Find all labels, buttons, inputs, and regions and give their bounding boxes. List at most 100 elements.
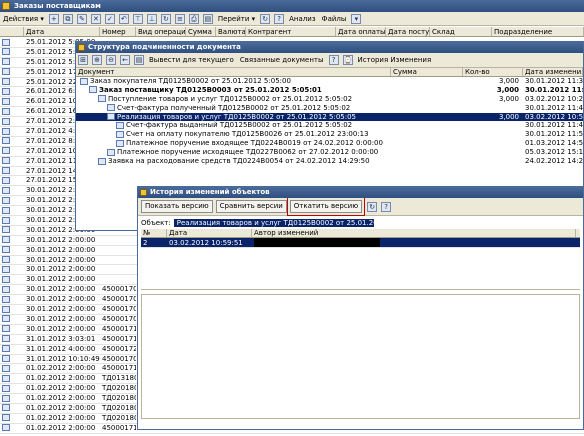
back-icon[interactable]: ←	[120, 55, 130, 65]
row-date: 01.02.2012 2:00:00	[26, 384, 96, 393]
tree-row-date: 05.03.2012 15:12:04	[525, 148, 583, 157]
tree-row[interactable]: Поступление товаров и услуг ТД0125В0002 …	[76, 95, 583, 104]
print-icon[interactable]: ⎙	[188, 13, 199, 24]
tree-row[interactable]: Платежное поручение входящее ТД0224В0019…	[76, 139, 583, 148]
doc-icon	[116, 130, 124, 138]
col-sum[interactable]: Сумма	[186, 27, 216, 36]
tree-row[interactable]: Счет на оплату покупателю ТД0125В0026 от…	[76, 130, 583, 139]
tree-row[interactable]: Платежное поручение исходящее ТД0227В006…	[76, 148, 583, 157]
tree-row-sum-empty	[391, 130, 463, 139]
structure-title-text: Структура подчиненности документа	[88, 43, 241, 51]
analysis-button[interactable]: Анализ	[286, 12, 318, 25]
refresh-icon[interactable]: ↻	[160, 13, 171, 24]
compare-versions-button[interactable]: Сравнить версии	[215, 200, 287, 213]
object-field[interactable]: Реализация товаров и услуг ТД0125В0002 о…	[173, 218, 374, 227]
object-row: Объект: Реализация товаров и услуг ТД012…	[138, 216, 583, 229]
tree-icon[interactable]: ⊞	[78, 55, 88, 65]
files-button[interactable]: Файлы	[319, 12, 350, 25]
col-structure-sum[interactable]: Сумма	[391, 68, 463, 76]
col-author[interactable]: Автор изменений	[252, 229, 576, 237]
tree-row-text: Платежное поручение входящее ТД0224В0019…	[126, 139, 383, 148]
open-doc-icon[interactable]: ▤	[134, 55, 144, 65]
history-row[interactable]: 2 03.02.2012 10:59:51	[141, 238, 580, 248]
goto-menu[interactable]: Перейти ▾	[215, 12, 258, 25]
col-date[interactable]: Дата	[24, 27, 100, 36]
tree-row-text: Счет-фактура полученный ТД0125В0002 от 2…	[117, 103, 351, 112]
row-number: ТД020180	[102, 413, 136, 422]
tree-row-text: Реализация товаров и услуг ТД0125В0002 о…	[117, 112, 357, 121]
expand-icon[interactable]: ⊕	[92, 55, 102, 65]
tree-row[interactable]: Счет-фактура полученный ТД0125В0002 от 2…	[76, 104, 583, 113]
structure-help-icon[interactable]: ?	[328, 55, 339, 65]
col-num[interactable]: №	[141, 229, 167, 237]
col-warehouse[interactable]: Склад	[430, 27, 492, 36]
tree-row-sum-empty	[391, 157, 463, 166]
col-pay-date[interactable]: Дата оплаты	[336, 27, 386, 36]
tree-row-document: Заказ покупателя ТД0125В0002 от 25.01.20…	[76, 77, 391, 86]
row-date: 01.02.2012 2:00:00	[26, 413, 96, 422]
row-number	[100, 236, 136, 245]
history-table-body: 2 03.02.2012 10:59:51	[141, 238, 580, 290]
tree-row-qty	[463, 104, 523, 113]
history-button[interactable]: История Изменения	[355, 53, 435, 67]
document-icon	[0, 325, 24, 334]
row-number: ТД020180	[102, 403, 136, 412]
tree-row[interactable]: Заказ покупателя ТД0125В0002 от 25.01.20…	[76, 77, 583, 86]
col-currency[interactable]: Валюта	[216, 27, 246, 36]
document-icon	[0, 424, 24, 433]
tree-row[interactable]: Заказ поставщику ТД0125В0003 от 25.01.20…	[76, 86, 583, 95]
actions-menu[interactable]: Действия ▾	[0, 12, 47, 25]
col-number[interactable]: Номер	[100, 27, 136, 36]
tree-row[interactable]: Заявка на расходование средств ТД0224В00…	[76, 157, 583, 166]
tree-row-date: 30.01.2012 11:56:31	[525, 130, 583, 139]
document-icon	[0, 157, 24, 166]
history-help-icon[interactable]: ?	[381, 201, 392, 212]
edit-icon[interactable]: ✎	[76, 13, 87, 24]
document-icon	[0, 97, 24, 106]
col-department[interactable]: Подразделение	[492, 27, 584, 36]
unpost-icon[interactable]: ↶	[118, 13, 129, 24]
document-icon	[0, 216, 24, 225]
refresh2-icon[interactable]: ↻	[260, 13, 271, 24]
add-icon[interactable]: +	[48, 13, 59, 24]
output-current-button[interactable]: Вывести для текущего	[146, 53, 237, 67]
refresh-history-icon[interactable]: ↻	[367, 201, 378, 212]
filter-icon[interactable]: ⊤	[132, 13, 143, 24]
history-label: История Изменения	[357, 56, 432, 64]
col-qty[interactable]: Кол-во	[463, 68, 523, 76]
col-history-date[interactable]: Дата	[167, 229, 252, 237]
row-number: 45000171	[102, 423, 136, 432]
report-icon[interactable]: ▤	[202, 13, 213, 24]
rollback-version-button[interactable]: Откатить версию	[286, 197, 366, 216]
history-icon[interactable]: ⌚	[342, 55, 353, 65]
tree-row[interactable]: Счет-фактура выданный ТД0125В0002 от 25.…	[76, 121, 583, 130]
col-change-date[interactable]: Дата изменения	[523, 68, 583, 76]
collapse-icon[interactable]: ⊖	[106, 55, 116, 65]
tree-row-date: 30.01.2012 11:46:58	[525, 121, 583, 130]
help-icon[interactable]: ?	[274, 13, 285, 24]
doc-icon	[80, 77, 88, 85]
show-version-button[interactable]: Показать версию	[141, 200, 213, 213]
related-docs-button[interactable]: Связанные документы	[237, 53, 327, 67]
output-label: Вывести для текущего	[149, 56, 234, 64]
history-titlebar: История изменений объектов	[138, 187, 583, 198]
tree-row-document: Счет на оплату покупателю ТД0125В0026 от…	[76, 130, 391, 139]
tree-row[interactable]: Реализация товаров и услуг ТД0125В0002 о…	[76, 112, 583, 122]
delete-icon[interactable]: ✕	[90, 13, 101, 24]
more-icon[interactable]: ▾	[351, 13, 362, 24]
row-date: 31.01.2012 10:10:49	[26, 354, 100, 363]
post-icon[interactable]: ✓	[104, 13, 115, 24]
filter-off-icon[interactable]: ⊥	[146, 13, 157, 24]
main-window-title: Заказы поставщикам	[0, 0, 584, 12]
row-date: 01.02.2012 2:00:00	[26, 364, 96, 373]
col-operation[interactable]: Вид операции	[136, 27, 186, 36]
row-number	[100, 246, 136, 255]
tree-row-qty: 3,000	[498, 112, 519, 121]
col-counterparty[interactable]: Контрагент	[246, 27, 336, 36]
tree-row-text: Заказ покупателя ТД0125В0002 от 25.01.20…	[90, 77, 291, 85]
copy-icon[interactable]: ⧉	[62, 13, 73, 24]
col-document[interactable]: Документ	[76, 68, 391, 76]
col-receipt-date[interactable]: Дата поступл.	[386, 27, 430, 36]
tree-row-qty: 3,000	[498, 94, 519, 103]
structure-icon[interactable]: ≡	[174, 13, 185, 24]
